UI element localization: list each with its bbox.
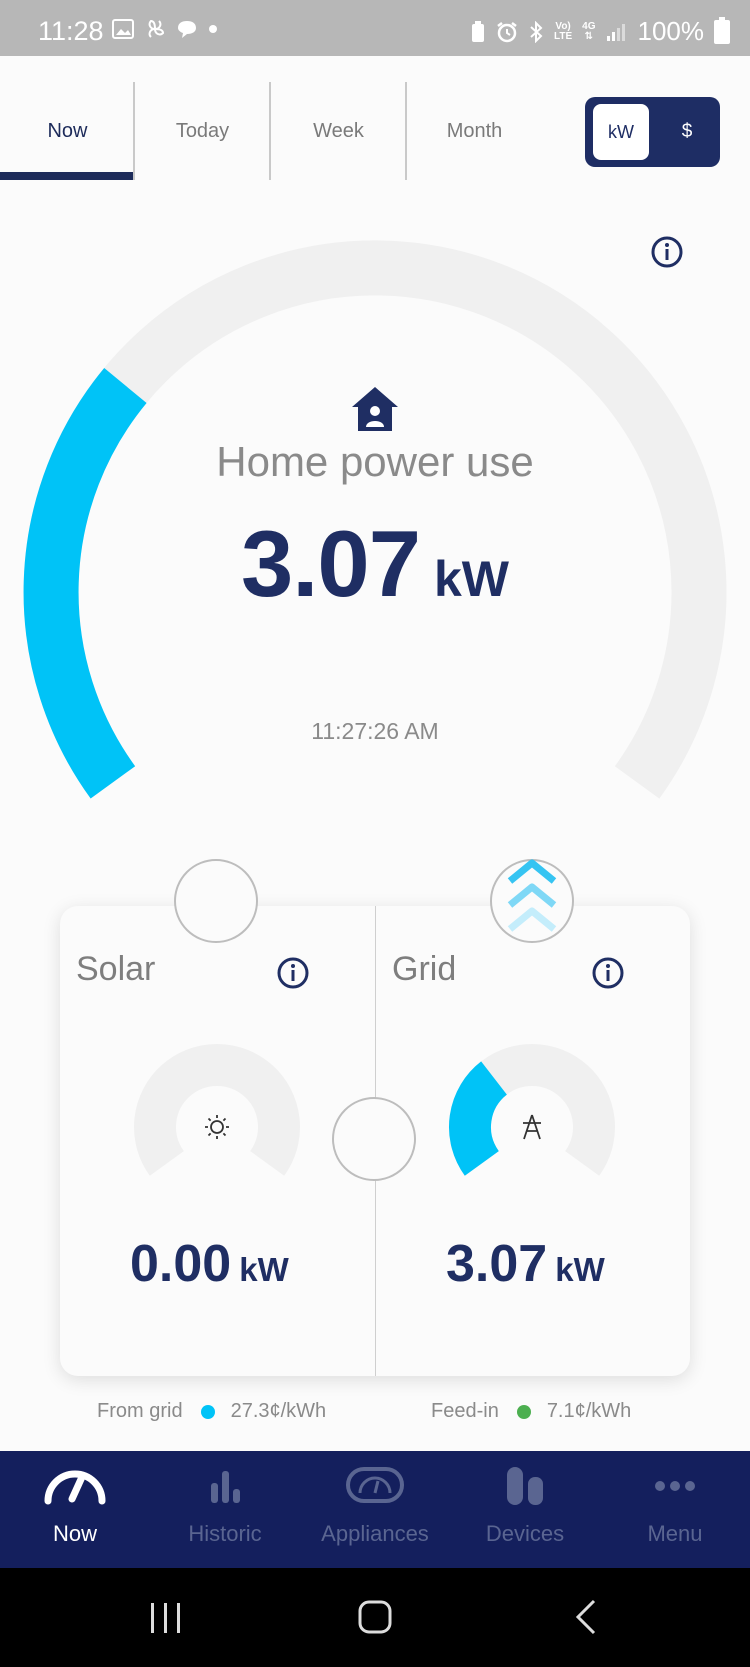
feed-in-value: 7.1¢/kWh: [546, 1400, 632, 1422]
alarm-icon: [497, 21, 517, 42]
notification-dot-icon: [209, 25, 217, 33]
from-grid-rate: From grid 27.3¢/kWh: [97, 1400, 326, 1423]
grid-unit: kW: [555, 1251, 605, 1288]
reading-timestamp: 11:27:26 AM: [311, 718, 439, 744]
nav-appliances-label: Appliances: [321, 1521, 429, 1546]
tab-month[interactable]: Month: [407, 82, 542, 180]
home-power-unit: kW: [433, 551, 509, 607]
solar-value: 0.00 kW: [130, 1234, 289, 1294]
grid-gauge-fill: [449, 1061, 508, 1176]
solar-title: Solar: [76, 950, 156, 988]
home-icon: [352, 387, 398, 431]
from-grid-value: 27.3¢/kWh: [230, 1400, 327, 1422]
system-navigation-bar: [0, 1568, 750, 1667]
solar-unit: kW: [239, 1251, 289, 1288]
back-icon[interactable]: [572, 1598, 600, 1636]
nav-devices-label: Devices: [485, 1521, 565, 1546]
nav-menu[interactable]: Menu: [600, 1451, 750, 1568]
active-tab-indicator: [0, 172, 133, 180]
nav-historic-label: Historic: [188, 1521, 262, 1546]
chat-bubble-icon: [178, 21, 196, 38]
feed-in-rate: Feed-in 7.1¢/kWh: [431, 1400, 631, 1423]
battery-percent: 100%: [637, 16, 705, 46]
more-icon: [655, 1481, 695, 1491]
home-power-number: 3.07: [241, 511, 421, 616]
pinwheel-icon: [148, 19, 165, 38]
grid-number: 3.07: [446, 1235, 548, 1293]
volte-icon: Vo) LTE: [554, 20, 573, 42]
feed-in-label: Feed-in: [431, 1400, 499, 1422]
appliance-icon: [346, 1467, 404, 1503]
devices-icon: [507, 1467, 543, 1505]
solar-info-icon[interactable]: [277, 957, 309, 989]
tab-now[interactable]: Now: [0, 82, 135, 180]
grid-info-icon[interactable]: [592, 957, 624, 989]
from-grid-dot: [200, 1404, 215, 1419]
mobile-data-icon: 4G ⇅: [582, 20, 596, 42]
nav-historic[interactable]: Historic: [150, 1451, 300, 1568]
bluetooth-icon: [530, 20, 543, 43]
nav-appliances[interactable]: Appliances: [300, 1451, 450, 1568]
from-grid-label: From grid: [97, 1400, 183, 1422]
grid-gauge: [449, 1044, 615, 1176]
recent-apps-icon[interactable]: [148, 1600, 184, 1636]
solar-gauge-track: [134, 1044, 300, 1176]
nav-menu-label: Menu: [647, 1521, 703, 1546]
status-time: 11:28: [38, 16, 104, 46]
feed-in-dot: [516, 1404, 531, 1419]
home-power-value: 3.07 kW: [0, 510, 750, 618]
solar-flow-node: [174, 859, 258, 943]
power-pylon-icon: [523, 1114, 541, 1140]
unit-toggle: kW $: [585, 97, 720, 167]
battery-saver-icon: [472, 20, 484, 42]
home-button-icon[interactable]: [357, 1598, 393, 1636]
grid-title: Grid: [392, 950, 457, 988]
status-bar: 11:28 Vo) LTE 4G ⇅ 100%: [0, 0, 750, 56]
unit-kw-button[interactable]: kW: [593, 104, 649, 160]
gallery-icon: [112, 19, 134, 39]
nav-now-label: Now: [52, 1521, 97, 1546]
speedometer-icon: [44, 1470, 106, 1505]
battery-icon: [714, 16, 730, 44]
home-power-title: Home power use: [216, 438, 534, 485]
solar-gauge: [134, 1044, 300, 1176]
bar-chart-icon: [211, 1471, 240, 1503]
nav-devices[interactable]: Devices: [450, 1451, 600, 1568]
sun-icon: [205, 1115, 229, 1139]
nav-now[interactable]: Now: [0, 1451, 150, 1568]
tab-today[interactable]: Today: [135, 82, 270, 180]
solar-number: 0.00: [130, 1235, 232, 1293]
tab-week[interactable]: Week: [271, 82, 406, 180]
info-icon[interactable]: [651, 236, 683, 268]
signal-icon: [606, 23, 625, 41]
center-flow-node: [332, 1097, 416, 1181]
bottom-navigation: Now Historic Appliances Devices Menu: [0, 1451, 750, 1568]
grid-value: 3.07 kW: [446, 1234, 605, 1294]
grid-import-arrows-icon: [507, 859, 557, 932]
unit-dollar-button[interactable]: $: [659, 104, 715, 160]
